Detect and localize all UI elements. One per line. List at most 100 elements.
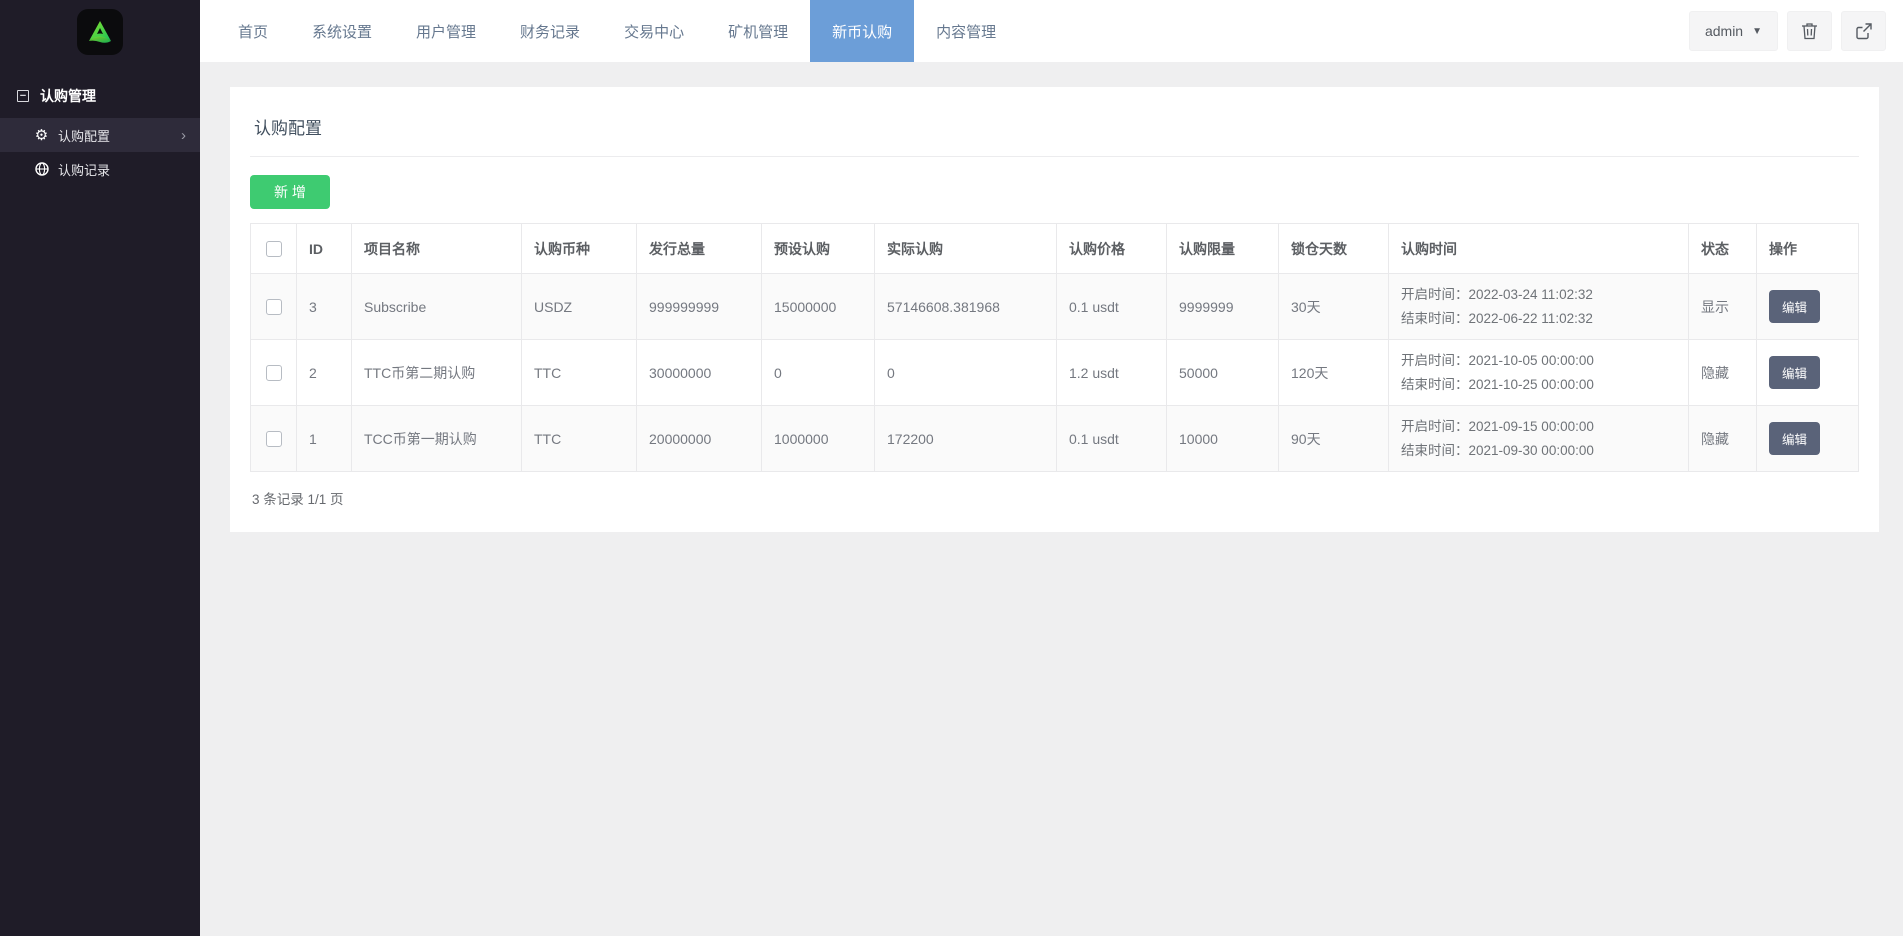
cell-project-name: TTC币第二期认购 xyxy=(352,340,522,406)
table-row: 1 TCC币第一期认购 TTC 20000000 1000000 172200 … xyxy=(251,406,1859,472)
cell-status: 显示 xyxy=(1689,274,1757,340)
collapse-minus-icon: − xyxy=(17,90,29,102)
sidebar-item-label: 认购记录 xyxy=(58,160,110,179)
col-header-limit: 认购限量 xyxy=(1167,224,1279,274)
col-header-lock-days: 锁仓天数 xyxy=(1279,224,1389,274)
sidebar-section-subscription[interactable]: − 认购管理 xyxy=(0,76,200,118)
nav-item-miner-management[interactable]: 矿机管理 xyxy=(706,0,810,62)
col-header-project-name: 项目名称 xyxy=(352,224,522,274)
cell-coin: TTC xyxy=(522,340,637,406)
export-icon xyxy=(1855,22,1873,40)
edit-button[interactable]: 编辑 xyxy=(1769,422,1820,455)
table-toolbar: 新 增 xyxy=(250,157,1859,223)
clear-cache-button[interactable] xyxy=(1787,11,1832,51)
admin-user-label: admin xyxy=(1705,23,1743,39)
sidebar-item-subscription-records[interactable]: 认购记录 xyxy=(0,152,200,186)
cell-lock-days: 30天 xyxy=(1279,274,1389,340)
col-header-preset: 预设认购 xyxy=(762,224,875,274)
subscription-config-card: 认购配置 新 增 ID xyxy=(230,87,1879,532)
edit-button[interactable]: 编辑 xyxy=(1769,290,1820,323)
topbar-right-actions: admin ▼ xyxy=(1689,0,1903,62)
main-content: 认购配置 新 增 ID xyxy=(200,62,1903,936)
app-logo[interactable] xyxy=(77,9,123,55)
col-header-id: ID xyxy=(297,224,352,274)
time-end: 结束时间：2021-10-25 00:00:00 xyxy=(1401,373,1676,397)
time-end: 结束时间：2021-09-30 00:00:00 xyxy=(1401,439,1676,463)
col-header-price: 认购价格 xyxy=(1057,224,1167,274)
logout-button[interactable] xyxy=(1841,11,1886,51)
col-header-time: 认购时间 xyxy=(1389,224,1689,274)
trash-icon xyxy=(1801,22,1818,40)
col-header-status: 状态 xyxy=(1689,224,1757,274)
cell-project-name: TCC币第一期认购 xyxy=(352,406,522,472)
cell-coin: TTC xyxy=(522,406,637,472)
edit-button[interactable]: 编辑 xyxy=(1769,356,1820,389)
sidebar-section-label: 认购管理 xyxy=(40,86,96,106)
time-start: 开启时间：2021-09-15 00:00:00 xyxy=(1401,415,1676,439)
col-header-actual: 实际认购 xyxy=(875,224,1057,274)
nav-item-home[interactable]: 首页 xyxy=(216,0,290,62)
cell-id: 2 xyxy=(297,340,352,406)
cell-actual: 0 xyxy=(875,340,1057,406)
col-header-total-issue: 发行总量 xyxy=(637,224,762,274)
cell-actions: 编辑 xyxy=(1757,340,1859,406)
cell-limit: 50000 xyxy=(1167,340,1279,406)
row-checkbox[interactable] xyxy=(266,299,282,315)
cell-id: 1 xyxy=(297,406,352,472)
nav-item-finance-records[interactable]: 财务记录 xyxy=(498,0,602,62)
row-checkbox[interactable] xyxy=(266,431,282,447)
logo-container xyxy=(0,0,200,64)
cell-actions: 编辑 xyxy=(1757,406,1859,472)
content-column: 首页 系统设置 用户管理 财务记录 交易中心 矿机管理 新币认购 内容管理 ad… xyxy=(200,0,1903,936)
app-root: − 认购管理 ⚙ 认购配置 › 认购记录 xyxy=(0,0,1903,936)
cell-limit: 9999999 xyxy=(1167,274,1279,340)
card-header: 认购配置 xyxy=(250,87,1859,157)
table-row: 3 Subscribe USDZ 999999999 15000000 5714… xyxy=(251,274,1859,340)
time-start: 开启时间：2022-03-24 11:02:32 xyxy=(1401,283,1676,307)
cell-actual: 172200 xyxy=(875,406,1057,472)
col-header-coin: 认购币种 xyxy=(522,224,637,274)
nav-item-user-management[interactable]: 用户管理 xyxy=(394,0,498,62)
cell-price: 1.2 usdt xyxy=(1057,340,1167,406)
admin-user-dropdown[interactable]: admin ▼ xyxy=(1689,11,1778,51)
col-header-actions: 操作 xyxy=(1757,224,1859,274)
cell-preset: 1000000 xyxy=(762,406,875,472)
cell-total: 20000000 xyxy=(637,406,762,472)
cell-actions: 编辑 xyxy=(1757,274,1859,340)
cell-status: 隐藏 xyxy=(1689,340,1757,406)
cell-total: 30000000 xyxy=(637,340,762,406)
row-checkbox[interactable] xyxy=(266,365,282,381)
cell-actual: 57146608.381968 xyxy=(875,274,1057,340)
caret-down-icon: ▼ xyxy=(1752,26,1762,37)
gear-icon: ⚙ xyxy=(34,128,49,143)
top-navigation-bar: 首页 系统设置 用户管理 财务记录 交易中心 矿机管理 新币认购 内容管理 ad… xyxy=(200,0,1903,62)
cell-status: 隐藏 xyxy=(1689,406,1757,472)
select-all-checkbox[interactable] xyxy=(266,241,282,257)
sidebar-menu: − 认购管理 ⚙ 认购配置 › 认购记录 xyxy=(0,76,200,186)
cell-lock-days: 90天 xyxy=(1279,406,1389,472)
table-header-row: ID 项目名称 认购币种 发行总量 预设认购 实际认购 认购价格 认购限量 锁仓… xyxy=(251,224,1859,274)
cell-price: 0.1 usdt xyxy=(1057,406,1167,472)
table-row: 2 TTC币第二期认购 TTC 30000000 0 0 1.2 usdt 50… xyxy=(251,340,1859,406)
nav-item-content-management[interactable]: 内容管理 xyxy=(914,0,1018,62)
sidebar-item-subscription-config[interactable]: ⚙ 认购配置 › xyxy=(0,118,200,152)
time-start: 开启时间：2021-10-05 00:00:00 xyxy=(1401,349,1676,373)
cell-coin: USDZ xyxy=(522,274,637,340)
cell-preset: 15000000 xyxy=(762,274,875,340)
add-button[interactable]: 新 增 xyxy=(250,175,330,209)
cell-preset: 0 xyxy=(762,340,875,406)
cell-limit: 10000 xyxy=(1167,406,1279,472)
page-title: 认购配置 xyxy=(254,114,1855,139)
green-a-logo-icon xyxy=(84,16,116,48)
nav-item-trade-center[interactable]: 交易中心 xyxy=(602,0,706,62)
cell-time: 开启时间：2021-10-05 00:00:00 结束时间：2021-10-25… xyxy=(1389,340,1689,406)
nav-item-system-settings[interactable]: 系统设置 xyxy=(290,0,394,62)
cell-id: 3 xyxy=(297,274,352,340)
subscription-table: ID 项目名称 认购币种 发行总量 预设认购 实际认购 认购价格 认购限量 锁仓… xyxy=(250,223,1859,472)
cell-project-name: Subscribe xyxy=(352,274,522,340)
nav-item-new-coin-subscription[interactable]: 新币认购 xyxy=(810,0,914,62)
cell-lock-days: 120天 xyxy=(1279,340,1389,406)
cell-time: 开启时间：2021-09-15 00:00:00 结束时间：2021-09-30… xyxy=(1389,406,1689,472)
time-end: 结束时间：2022-06-22 11:02:32 xyxy=(1401,307,1676,331)
record-count: 3 条记录 1/1 页 xyxy=(250,472,1859,531)
